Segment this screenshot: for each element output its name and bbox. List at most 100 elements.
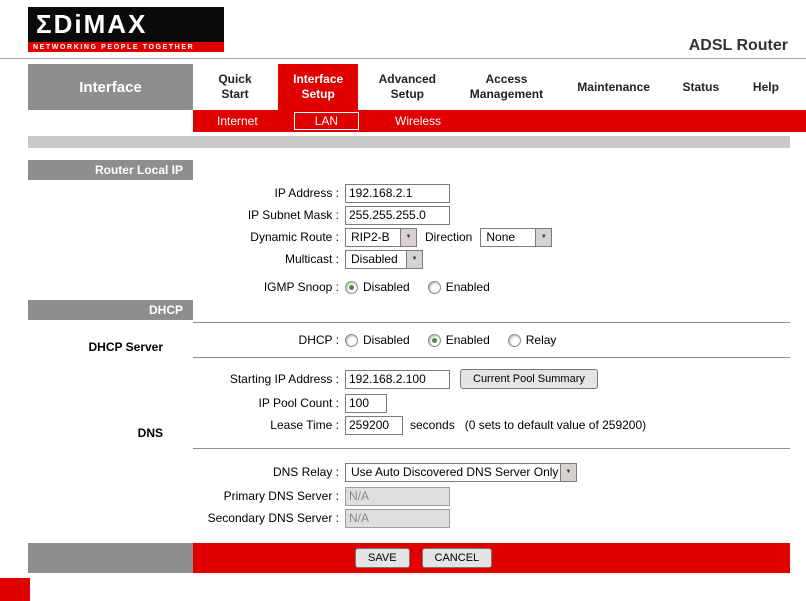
primary-dns-row: Primary DNS Server : <box>193 485 790 507</box>
starting-ip-input[interactable] <box>345 370 450 389</box>
igmp-snoop-enabled-option-label: Enabled <box>446 280 490 294</box>
radio-unselected-icon <box>508 334 521 347</box>
dns-group-label: DNS <box>28 426 193 440</box>
footer-actions: SAVE CANCEL <box>193 543 790 573</box>
tab-access-management[interactable]: Access Management <box>456 64 556 110</box>
footer-left-block <box>28 543 193 573</box>
radio-selected-icon <box>428 334 441 347</box>
dns-relay-select[interactable]: Use Auto Discovered DNS Server Only ▼ <box>345 463 577 482</box>
secondary-dns-label: Secondary DNS Server : <box>193 511 345 525</box>
radio-unselected-icon <box>345 334 358 347</box>
subtab-lan[interactable]: LAN <box>294 112 359 130</box>
dhcp-relay-option-label: Relay <box>526 333 557 347</box>
multicast-select[interactable]: Disabled ▼ <box>345 250 423 269</box>
lease-time-row: Lease Time : seconds (0 sets to default … <box>193 414 790 436</box>
edimax-logo-tagline: NETWORKING PEOPLE TOGETHER <box>28 42 224 52</box>
dns-relay-row: DNS Relay : Use Auto Discovered DNS Serv… <box>193 459 790 485</box>
separator <box>193 357 790 358</box>
ip-address-input[interactable] <box>345 184 450 203</box>
multicast-row: Multicast : Disabled ▼ <box>193 248 790 270</box>
secondary-dns-input <box>345 509 450 528</box>
igmp-snoop-disabled-radio[interactable]: Disabled <box>345 280 410 294</box>
dhcp-disabled-option-label: Disabled <box>363 333 410 347</box>
cancel-button[interactable]: CANCEL <box>422 548 493 568</box>
dhcp-form: DHCP : Disabled Enabled Relay Starting I… <box>193 300 790 529</box>
bottom-accent-bar <box>0 578 30 601</box>
nav-tabs: Quick Start Interface Setup Advanced Set… <box>193 64 806 110</box>
dhcp-mode-row: DHCP : Disabled Enabled Relay <box>193 323 790 357</box>
chevron-down-icon: ▼ <box>560 464 576 481</box>
ip-pool-count-row: IP Pool Count : <box>193 392 790 414</box>
primary-dns-label: Primary DNS Server : <box>193 489 345 503</box>
tab-help[interactable]: Help <box>742 64 790 110</box>
tab-quick-start[interactable]: Quick Start <box>203 64 267 110</box>
dhcp-disabled-radio[interactable]: Disabled <box>345 333 410 347</box>
page-header: ΣDiMAX NETWORKING PEOPLE TOGETHER ADSL R… <box>0 0 806 59</box>
router-admin-page: ΣDiMAX NETWORKING PEOPLE TOGETHER ADSL R… <box>0 0 806 601</box>
ip-pool-count-input[interactable] <box>345 394 387 413</box>
radio-selected-icon <box>345 281 358 294</box>
router-local-ip-left-column: Router Local IP <box>28 148 193 300</box>
router-local-ip-form: IP Address : IP Subnet Mask : Dynamic Ro… <box>193 148 790 300</box>
secondary-dns-row: Secondary DNS Server : <box>193 507 790 529</box>
router-local-ip-heading: Router Local IP <box>28 160 193 180</box>
ip-pool-count-label: IP Pool Count : <box>193 396 345 410</box>
igmp-snoop-enabled-radio[interactable]: Enabled <box>428 280 490 294</box>
ip-subnet-mask-label: IP Subnet Mask : <box>193 208 345 222</box>
dhcp-enabled-option-label: Enabled <box>446 333 490 347</box>
direction-select[interactable]: None ▼ <box>480 228 552 247</box>
dhcp-relay-radio[interactable]: Relay <box>508 333 557 347</box>
sub-nav: Internet LAN Wireless <box>193 110 806 132</box>
tab-maintenance[interactable]: Maintenance <box>568 64 660 110</box>
edimax-logo-text: ΣDiMAX <box>28 7 224 42</box>
router-local-ip-section: Router Local IP IP Address : IP Subnet M… <box>28 148 790 300</box>
primary-dns-input <box>345 487 450 506</box>
ip-address-label: IP Address : <box>193 186 345 200</box>
dhcp-left-column: DHCP DHCP Server DNS <box>28 300 193 529</box>
chevron-down-icon: ▼ <box>535 229 551 246</box>
direction-label: Direction <box>425 230 472 244</box>
chevron-down-icon: ▼ <box>400 229 416 246</box>
tab-advanced-setup[interactable]: Advanced Setup <box>369 64 445 110</box>
save-button[interactable]: SAVE <box>355 548 410 568</box>
subtab-wireless[interactable]: Wireless <box>395 114 441 128</box>
dhcp-heading: DHCP <box>28 300 193 320</box>
product-title: ADSL Router <box>689 37 788 55</box>
dhcp-mode-label: DHCP : <box>193 333 345 347</box>
dynamic-route-selected-value: RIP2-B <box>346 230 400 244</box>
main-nav: Interface Quick Start Interface Setup Ad… <box>28 64 806 110</box>
tab-status[interactable]: Status <box>671 64 731 110</box>
dns-relay-label: DNS Relay : <box>193 465 345 479</box>
igmp-snoop-disabled-option-label: Disabled <box>363 280 410 294</box>
lease-time-input[interactable] <box>345 416 403 435</box>
dynamic-route-row: Dynamic Route : RIP2-B ▼ Direction None … <box>193 226 790 248</box>
radio-unselected-icon <box>428 281 441 294</box>
content-top-divider <box>28 136 790 148</box>
tab-interface-setup[interactable]: Interface Setup <box>278 64 358 110</box>
ip-address-row: IP Address : <box>193 182 790 204</box>
dynamic-route-select[interactable]: RIP2-B ▼ <box>345 228 417 247</box>
ip-subnet-mask-row: IP Subnet Mask : <box>193 204 790 226</box>
igmp-snoop-row: IGMP Snoop : Disabled Enabled <box>193 274 790 300</box>
current-pool-summary-button[interactable]: Current Pool Summary <box>460 369 598 389</box>
subtab-internet[interactable]: Internet <box>217 114 258 128</box>
dynamic-route-label: Dynamic Route : <box>193 230 345 244</box>
multicast-selected-value: Disabled <box>346 252 406 266</box>
chevron-down-icon: ▼ <box>406 251 422 268</box>
separator <box>193 448 790 449</box>
dns-relay-selected-value: Use Auto Discovered DNS Server Only <box>346 465 560 479</box>
igmp-snoop-label: IGMP Snoop : <box>193 280 345 294</box>
lease-time-hint: seconds (0 sets to default value of 2592… <box>410 418 646 432</box>
starting-ip-label: Starting IP Address : <box>193 372 345 386</box>
dhcp-server-group-label: DHCP Server <box>28 340 193 354</box>
starting-ip-row: Starting IP Address : Current Pool Summa… <box>193 366 790 392</box>
dhcp-section: DHCP DHCP Server DNS DHCP : Disabled Ena… <box>28 300 790 529</box>
section-title-interface: Interface <box>28 64 193 110</box>
direction-selected-value: None <box>481 230 535 244</box>
lease-time-label: Lease Time : <box>193 418 345 432</box>
dhcp-enabled-radio[interactable]: Enabled <box>428 333 490 347</box>
ip-subnet-mask-input[interactable] <box>345 206 450 225</box>
footer-bar: SAVE CANCEL <box>28 543 790 573</box>
edimax-logo: ΣDiMAX NETWORKING PEOPLE TOGETHER <box>28 7 224 52</box>
multicast-label: Multicast : <box>193 252 345 266</box>
